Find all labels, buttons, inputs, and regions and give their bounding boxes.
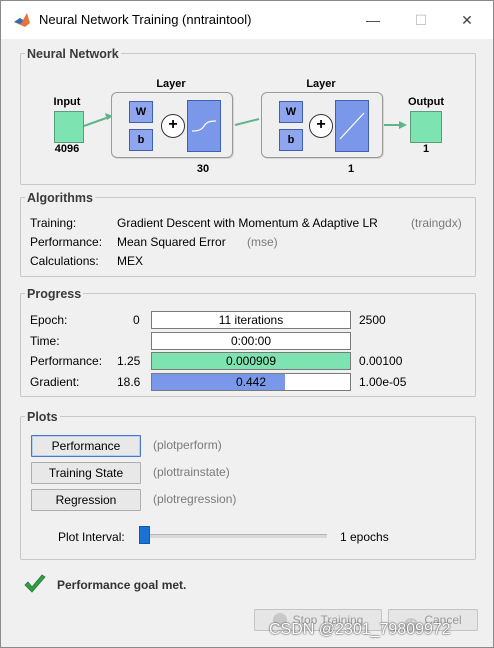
- checkmark-icon: [24, 574, 46, 593]
- plot-training-state-code: (plottrainstate): [153, 465, 230, 479]
- performance-code: (mse): [247, 235, 278, 249]
- plot-interval-label: Plot Interval:: [58, 530, 125, 544]
- minimize-button[interactable]: —: [351, 5, 395, 35]
- gradient-min: 18.6: [117, 375, 141, 389]
- output-transfer-function: [335, 100, 369, 152]
- hidden-layer-label: Layer: [156, 78, 186, 90]
- minimize-icon: —: [366, 12, 380, 28]
- algorithms-title: Algorithms: [25, 191, 95, 205]
- performance-min: 1.25: [117, 354, 141, 368]
- plot-interval-value: 1 epochs: [340, 530, 389, 544]
- epoch-max: 2500: [359, 313, 386, 327]
- plot-training-state-button[interactable]: Training State: [31, 462, 141, 484]
- performance-label: Performance:: [30, 235, 103, 249]
- progress-title: Progress: [25, 287, 84, 301]
- epoch-min: 0: [133, 313, 140, 327]
- performance-progress-label: Performance:: [30, 354, 103, 368]
- input-label: Input: [53, 96, 81, 108]
- input-node: [54, 111, 84, 143]
- output-label: Output: [407, 96, 445, 108]
- calculations-label: Calculations:: [30, 254, 99, 268]
- title-bar: Neural Network Training (nntraintool) — …: [1, 1, 493, 39]
- performance-value: Mean Squared Error: [117, 235, 226, 249]
- output-weight-box: W: [279, 101, 303, 123]
- plot-performance-button[interactable]: Performance: [31, 435, 141, 457]
- gradient-max: 1.00e-05: [359, 375, 407, 389]
- output-layer-size: 1: [347, 163, 355, 175]
- plot-interval-slider-thumb[interactable]: [139, 526, 150, 544]
- time-label: Time:: [30, 334, 60, 348]
- calculations-value: MEX: [117, 254, 144, 268]
- sigmoid-transfer-icon: [191, 120, 217, 132]
- epoch-label: Epoch:: [30, 313, 68, 327]
- performance-max: 0.00100: [359, 354, 403, 368]
- output-size: 1: [422, 143, 430, 155]
- output-layer-label: Layer: [306, 78, 336, 90]
- epoch-progress-text: 11 iterations: [218, 313, 284, 327]
- hidden-sum-node: +: [161, 114, 185, 138]
- matlab-logo-icon: [14, 13, 30, 27]
- training-code: (traingdx): [411, 216, 462, 230]
- hidden-weight-box: W: [129, 101, 153, 123]
- plots-title: Plots: [25, 410, 60, 424]
- maximize-button[interactable]: ☐: [399, 5, 443, 35]
- epoch-progress-bar: 11 iterations: [151, 311, 351, 329]
- training-label: Training:: [30, 216, 77, 230]
- plot-performance-code: (plotperform): [153, 438, 222, 452]
- close-icon: ✕: [461, 12, 473, 28]
- plot-regression-code: (plotregression): [153, 492, 237, 506]
- window-title: Neural Network Training (nntraintool): [39, 12, 252, 27]
- hidden-size: 30: [196, 163, 210, 175]
- watermark-text: CSDN @2301_79809972: [269, 621, 451, 638]
- hidden-bias-box: b: [129, 129, 153, 151]
- window-content: Neural Network Input 4096 Layer W b + 30…: [1, 39, 493, 647]
- output-bias-box: b: [279, 129, 303, 151]
- status-message: Performance goal met.: [57, 578, 187, 592]
- performance-progress-bar: 0.000909: [151, 352, 351, 370]
- gradient-label: Gradient:: [30, 375, 80, 389]
- input-size: 4096: [54, 143, 80, 155]
- output-node: [410, 111, 442, 143]
- maximize-icon: ☐: [414, 12, 428, 28]
- time-progress-bar: 0:00:00: [151, 332, 351, 350]
- plot-interval-slider-track[interactable]: [141, 534, 327, 538]
- time-progress-text: 0:00:00: [230, 334, 272, 348]
- training-value: Gradient Descent with Momentum & Adaptiv…: [117, 216, 378, 230]
- output-sum-node: +: [309, 114, 333, 138]
- plot-regression-button[interactable]: Regression: [31, 489, 141, 511]
- nntraintool-window: Neural Network Training (nntraintool) — …: [0, 0, 494, 648]
- linear-transfer-icon: [339, 112, 365, 140]
- gradient-progress-bar: 0.442: [151, 373, 351, 391]
- performance-progress-text: 0.000909: [225, 354, 277, 368]
- gradient-progress-text: 0.442: [235, 375, 267, 389]
- hidden-transfer-function: [187, 100, 221, 152]
- close-button[interactable]: ✕: [445, 5, 489, 35]
